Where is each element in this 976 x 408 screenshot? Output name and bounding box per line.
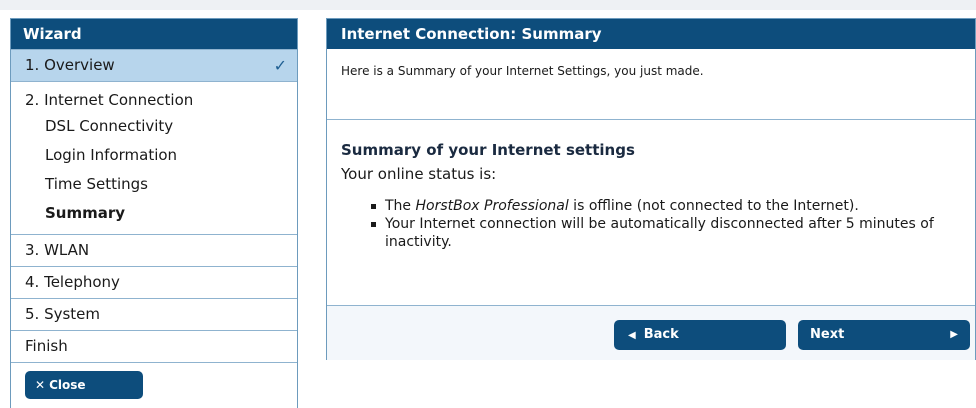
nav-subitem-dsl-connectivity[interactable]: DSL Connectivity <box>11 112 297 141</box>
nav-subitem-time-settings[interactable]: Time Settings <box>11 170 297 199</box>
status-list: The HorstBox Professional is offline (no… <box>341 197 971 251</box>
button-bar: ◀ Back Next ▶ <box>327 305 975 360</box>
nav-item-system[interactable]: 5. System <box>11 299 297 331</box>
nav-group-internet-connection: 2. Internet Connection DSL Connectivity … <box>11 82 297 235</box>
nav-item-overview[interactable]: 1. Overview ✓ <box>11 49 297 82</box>
close-button[interactable]: ✕ Close <box>25 371 143 399</box>
online-status-label: Your online status is: <box>341 165 497 183</box>
close-icon: ✕ <box>35 378 46 392</box>
top-strip <box>0 0 976 10</box>
close-button-label: Close <box>49 378 86 392</box>
status-item-disconnect: Your Internet connection will be automat… <box>371 215 971 251</box>
summary-section: Summary of your Internet settings Your o… <box>341 141 971 251</box>
nav-item-telephony[interactable]: 4. Telephony <box>11 267 297 299</box>
divider <box>327 119 975 120</box>
sidebar-title: Wizard <box>11 19 297 49</box>
summary-panel: Internet Connection: Summary Here is a S… <box>326 18 976 360</box>
wizard-sidebar: Wizard 1. Overview ✓ 2. Internet Connect… <box>10 18 298 408</box>
panel-title: Internet Connection: Summary <box>327 19 975 49</box>
nav-item-internet-connection[interactable]: 2. Internet Connection <box>11 88 297 112</box>
product-name: HorstBox Professional <box>415 198 569 214</box>
arrow-right-icon: ▶ <box>950 329 958 340</box>
status-item-offline: The HorstBox Professional is offline (no… <box>371 197 971 215</box>
nav-subitem-login-information[interactable]: Login Information <box>11 141 297 170</box>
nav-subitem-summary[interactable]: Summary <box>11 199 297 228</box>
checkmark-icon: ✓ <box>273 56 287 75</box>
status-item-offline-pre: The <box>385 198 416 214</box>
next-button[interactable]: Next ▶ <box>798 320 970 350</box>
next-button-label: Next <box>810 327 845 342</box>
nav-item-finish[interactable]: Finish <box>11 331 297 363</box>
intro-text: Here is a Summary of your Internet Setti… <box>341 64 704 78</box>
nav-item-label: 1. Overview <box>25 56 115 74</box>
nav-item-wlan[interactable]: 3. WLAN <box>11 235 297 267</box>
status-item-offline-post: is offline (not connected to the Interne… <box>568 198 859 214</box>
back-button-label: Back <box>643 327 679 342</box>
summary-heading: Summary of your Internet settings <box>341 141 635 159</box>
arrow-left-icon: ◀ <box>628 330 636 341</box>
back-button[interactable]: ◀ Back <box>614 320 786 350</box>
